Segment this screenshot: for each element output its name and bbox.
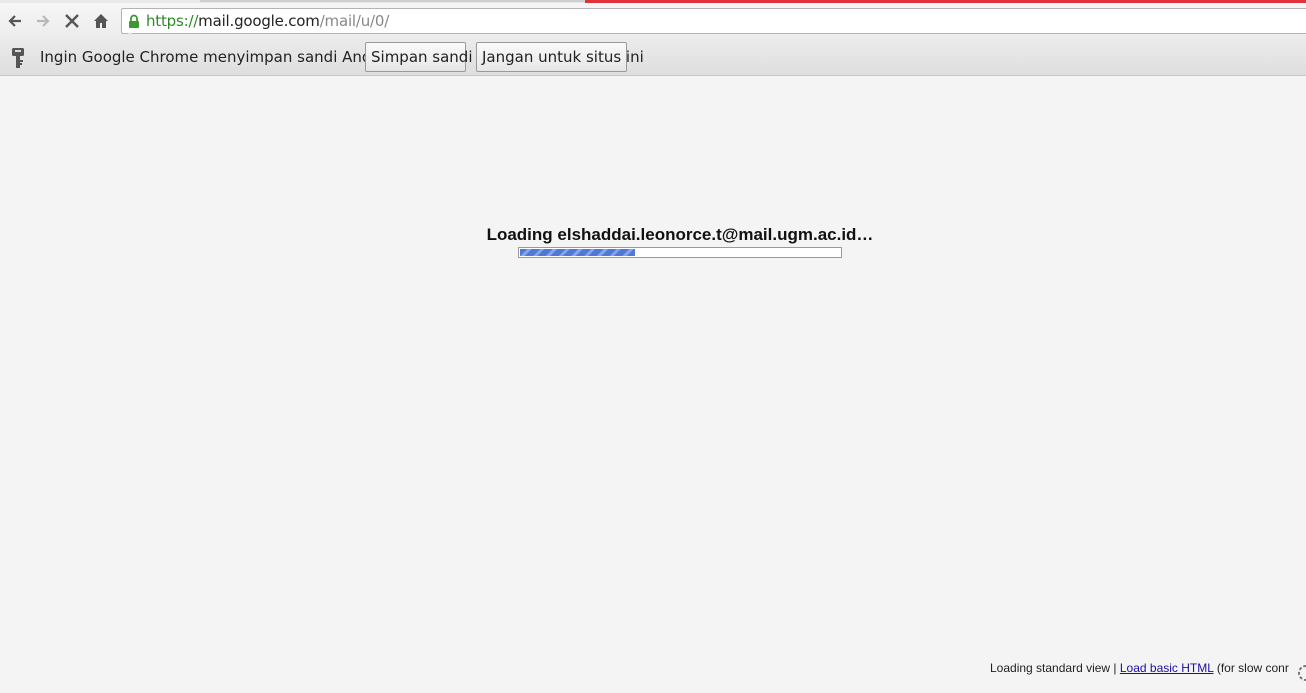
url-host: mail.google.com	[198, 12, 320, 30]
infobar-arrow	[123, 32, 137, 39]
forward-button[interactable]	[31, 9, 55, 33]
key-icon	[12, 48, 24, 68]
loading-progress-bar	[518, 247, 842, 258]
url-path: /mail/u/0/	[319, 12, 390, 30]
footer-suffix: (for slow conr	[1213, 661, 1289, 675]
stop-button[interactable]	[60, 9, 84, 33]
stop-x-icon	[65, 14, 79, 28]
save-password-button[interactable]: Simpan sandi	[365, 42, 473, 72]
url-text: https://mail.google.com/mail/u/0/	[146, 12, 389, 30]
lock-icon	[129, 14, 139, 28]
loading-progress-fill	[520, 249, 635, 256]
spinner-icon	[1298, 665, 1306, 681]
footer-status: Loading standard view | Load basic HTML …	[990, 661, 1289, 675]
tab-edge	[200, 0, 585, 2]
browser-toolbar: https://mail.google.com/mail/u/0/	[0, 3, 1306, 39]
footer-prefix: Loading standard view |	[990, 661, 1120, 675]
home-icon	[94, 14, 108, 28]
save-password-infobar: Ingin Google Chrome menyimpan sandi Anda…	[0, 32, 1306, 76]
never-for-site-button[interactable]: Jangan untuk situs ini	[476, 42, 644, 72]
address-bar[interactable]: https://mail.google.com/mail/u/0/	[121, 8, 1306, 34]
load-basic-html-link[interactable]: Load basic HTML	[1120, 661, 1214, 675]
forward-arrow-icon	[37, 15, 50, 27]
url-scheme: https://	[146, 12, 199, 30]
loading-message: Loading elshaddai.leonorce.t@mail.ugm.ac…	[486, 225, 874, 244]
infobar-message: Ingin Google Chrome menyimpan sandi Anda…	[40, 48, 389, 66]
back-arrow-icon	[8, 15, 21, 27]
home-button[interactable]	[89, 9, 113, 33]
back-button[interactable]	[3, 9, 27, 33]
